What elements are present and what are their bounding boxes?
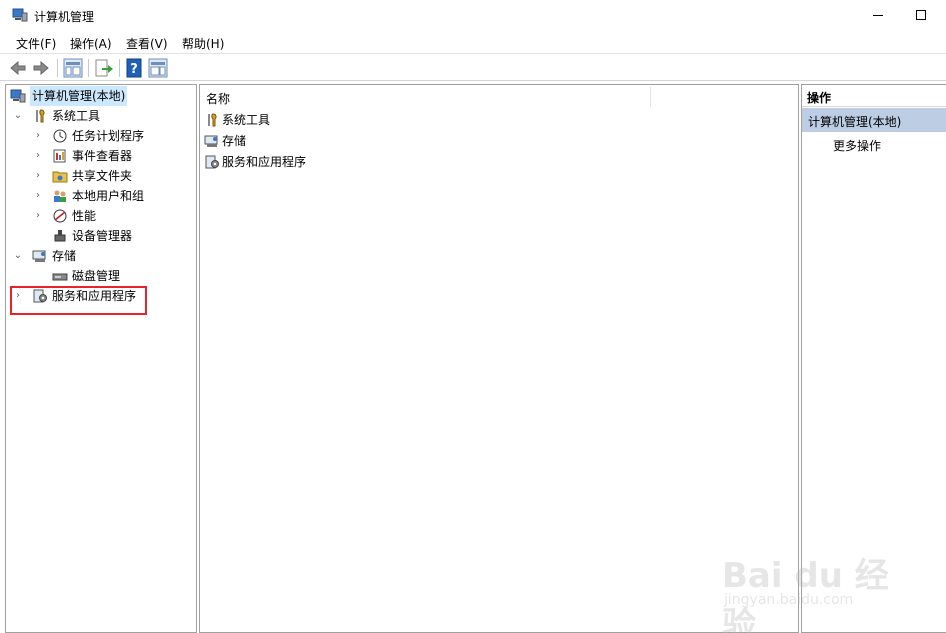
export-list-icon[interactable]	[94, 58, 114, 78]
tree-item-shared-folders[interactable]: › 共享文件夹	[10, 166, 190, 186]
tree-item-system-tools[interactable]: ⌄ 系统工具	[10, 106, 190, 126]
tree-item-label: 本地用户和组	[72, 189, 145, 203]
tree-item-label: 性能	[72, 209, 97, 223]
event-viewer-icon	[53, 149, 66, 163]
clock-icon	[53, 129, 67, 143]
disk-icon	[52, 273, 68, 281]
menu-help[interactable]: 帮助(H)	[182, 35, 224, 52]
list-item-label: 服务和应用程序	[222, 155, 307, 169]
column-header-name[interactable]: 名称	[206, 90, 230, 107]
list-header: 名称	[200, 85, 798, 109]
list-item-label: 存储	[222, 134, 247, 148]
results-pane: 名称 系统工具 存储 服务和应用程序	[199, 84, 799, 633]
window-title: 计算机管理	[34, 10, 95, 24]
maximize-button[interactable]	[898, 0, 944, 32]
tree-item-label: 存储	[52, 249, 77, 263]
toolbar-separator	[57, 59, 58, 77]
menu-file[interactable]: 文件(F)	[16, 35, 56, 52]
tree-item-label: 共享文件夹	[72, 169, 133, 183]
more-actions-link[interactable]: 更多操作	[833, 137, 881, 154]
chevron-down-icon[interactable]: ⌄	[12, 246, 24, 266]
show-hide-action-pane-icon[interactable]	[148, 58, 168, 78]
console-tree: 计算机管理(本地) ⌄ 系统工具 › 任务计划程序 › 事件查看器 › 共享文件…	[5, 84, 197, 633]
title-bar: 计算机管理	[0, 0, 946, 32]
baidu-watermark: Bai du 经验 jingyan.baidu.com	[722, 540, 922, 633]
forward-arrow-icon[interactable]	[31, 58, 51, 78]
tree-item-label: 任务计划程序	[72, 129, 145, 143]
tree-item-local-users-groups[interactable]: › 本地用户和组	[10, 186, 190, 206]
list-item-storage[interactable]: 存储	[204, 131, 504, 151]
svg-text:?: ?	[130, 62, 138, 77]
users-icon	[54, 190, 66, 202]
chevron-right-icon[interactable]: ›	[32, 206, 44, 226]
action-group-computer-management[interactable]: 计算机管理(本地)	[802, 108, 946, 132]
tree-item-label: 设备管理器	[72, 229, 133, 243]
performance-icon	[53, 209, 67, 223]
chevron-right-icon[interactable]: ›	[32, 186, 44, 206]
list-item-services-applications[interactable]: 服务和应用程序	[204, 152, 504, 172]
tree-item-task-scheduler[interactable]: › 任务计划程序	[10, 126, 190, 146]
column-divider[interactable]	[650, 87, 651, 107]
tree-item-disk-management[interactable]: 磁盘管理	[10, 266, 190, 286]
tree-item-device-manager[interactable]: 设备管理器	[10, 226, 190, 246]
highlight-annotation	[10, 286, 147, 315]
list-item-system-tools[interactable]: 系统工具	[204, 110, 504, 130]
tree-item-label: 系统工具	[52, 109, 101, 123]
minimize-button[interactable]	[855, 0, 901, 32]
toolbar-separator	[119, 59, 120, 77]
computer-management-icon	[12, 8, 28, 22]
menu-bar: 文件(F) 操作(A) 查看(V) 帮助(H)	[0, 32, 946, 54]
storage-icon	[32, 250, 46, 262]
services-icon	[205, 155, 219, 169]
tools-icon	[36, 109, 45, 123]
tools-icon	[208, 113, 217, 127]
action-pane-header: 操作	[802, 85, 946, 107]
toolbar: ?	[0, 55, 946, 81]
action-group-label: 计算机管理(本地)	[808, 115, 902, 129]
back-arrow-icon[interactable]	[8, 58, 28, 78]
chevron-right-icon[interactable]: ›	[32, 166, 44, 186]
tree-item-label: 磁盘管理	[72, 269, 121, 283]
minimize-icon	[873, 14, 883, 16]
chevron-right-icon[interactable]: ›	[32, 126, 44, 146]
storage-icon	[204, 135, 218, 147]
show-hide-tree-icon[interactable]	[63, 58, 83, 78]
device-manager-icon	[54, 230, 66, 242]
help-icon[interactable]: ?	[125, 58, 145, 78]
tree-item-computer-management[interactable]: 计算机管理(本地)	[10, 86, 190, 106]
tree-item-performance[interactable]: › 性能	[10, 206, 190, 226]
tree-item-storage[interactable]: ⌄ 存储	[10, 246, 190, 266]
menu-action[interactable]: 操作(A)	[70, 35, 112, 52]
maximize-icon	[916, 10, 926, 20]
menu-view[interactable]: 查看(V)	[126, 35, 168, 52]
computer-management-icon	[10, 89, 26, 103]
list-item-label: 系统工具	[222, 113, 271, 127]
toolbar-separator	[88, 59, 89, 77]
tree-item-label: 事件查看器	[72, 149, 133, 163]
tree-item-label: 计算机管理(本地)	[30, 86, 128, 106]
tree-item-event-viewer[interactable]: › 事件查看器	[10, 146, 190, 166]
watermark-brand: Bai du 经验	[722, 556, 889, 633]
action-pane-title: 操作	[807, 91, 832, 105]
watermark-url: jingyan.baidu.com	[724, 592, 854, 608]
chevron-down-icon[interactable]: ⌄	[12, 106, 24, 126]
shared-folder-icon	[52, 171, 68, 183]
chevron-right-icon[interactable]: ›	[32, 146, 44, 166]
